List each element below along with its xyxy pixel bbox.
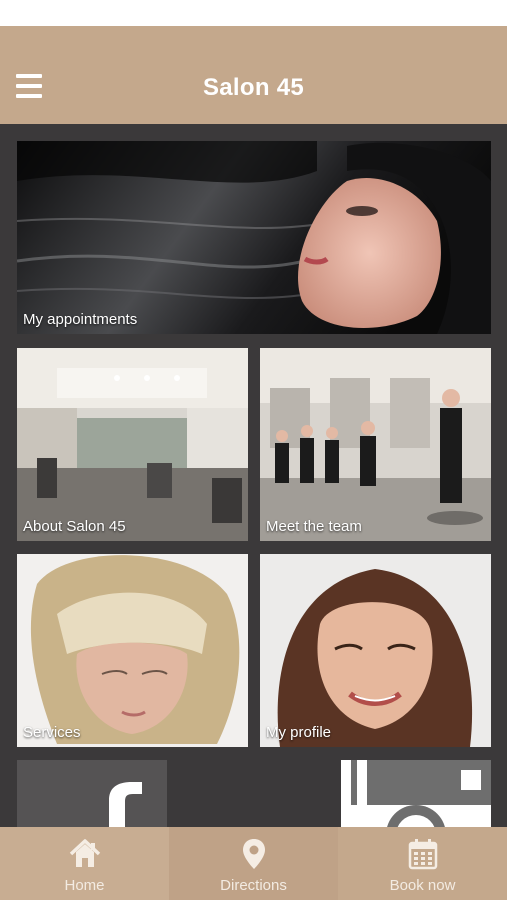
tab-label: Book now xyxy=(389,877,456,894)
tile-my-profile[interactable]: My profile xyxy=(260,554,491,747)
instagram-icon xyxy=(341,760,491,827)
tile-about-salon[interactable]: About Salon 45 xyxy=(17,348,248,541)
tile-label: Services xyxy=(23,724,81,741)
calendar-icon xyxy=(408,839,437,870)
tile-label: My profile xyxy=(266,724,332,741)
tile-label: About Salon 45 xyxy=(23,518,126,535)
tile-label: Meet the team xyxy=(266,518,362,535)
appointments-image xyxy=(17,141,491,334)
profile-image xyxy=(260,554,491,747)
facebook-icon xyxy=(17,760,167,827)
services-image xyxy=(17,554,248,747)
tile-services[interactable]: Services xyxy=(17,554,248,747)
location-pin-icon xyxy=(242,839,265,869)
tile-facebook[interactable] xyxy=(17,760,167,827)
tile-meet-the-team[interactable]: Meet the team xyxy=(260,348,491,541)
tab-label: Directions xyxy=(220,877,287,894)
tab-home[interactable]: Home xyxy=(0,827,169,900)
page-title: Salon 45 xyxy=(202,74,305,101)
app-header: Salon 45 xyxy=(0,26,507,124)
home-icon xyxy=(69,839,100,867)
tile-instagram[interactable] xyxy=(341,760,491,827)
tab-book-now[interactable]: Book now xyxy=(338,827,507,900)
tile-grid: My appointments About Salon 45 Meet the … xyxy=(0,124,507,827)
salon-interior-image xyxy=(17,348,248,541)
tile-my-appointments[interactable]: My appointments xyxy=(17,141,491,334)
status-bar xyxy=(0,0,507,26)
tab-label: Home xyxy=(64,877,105,894)
tile-label: My appointments xyxy=(23,311,138,328)
team-image xyxy=(260,348,491,541)
bottom-tab-bar: Home Directions Book now xyxy=(0,827,507,900)
tab-directions[interactable]: Directions xyxy=(169,827,338,900)
